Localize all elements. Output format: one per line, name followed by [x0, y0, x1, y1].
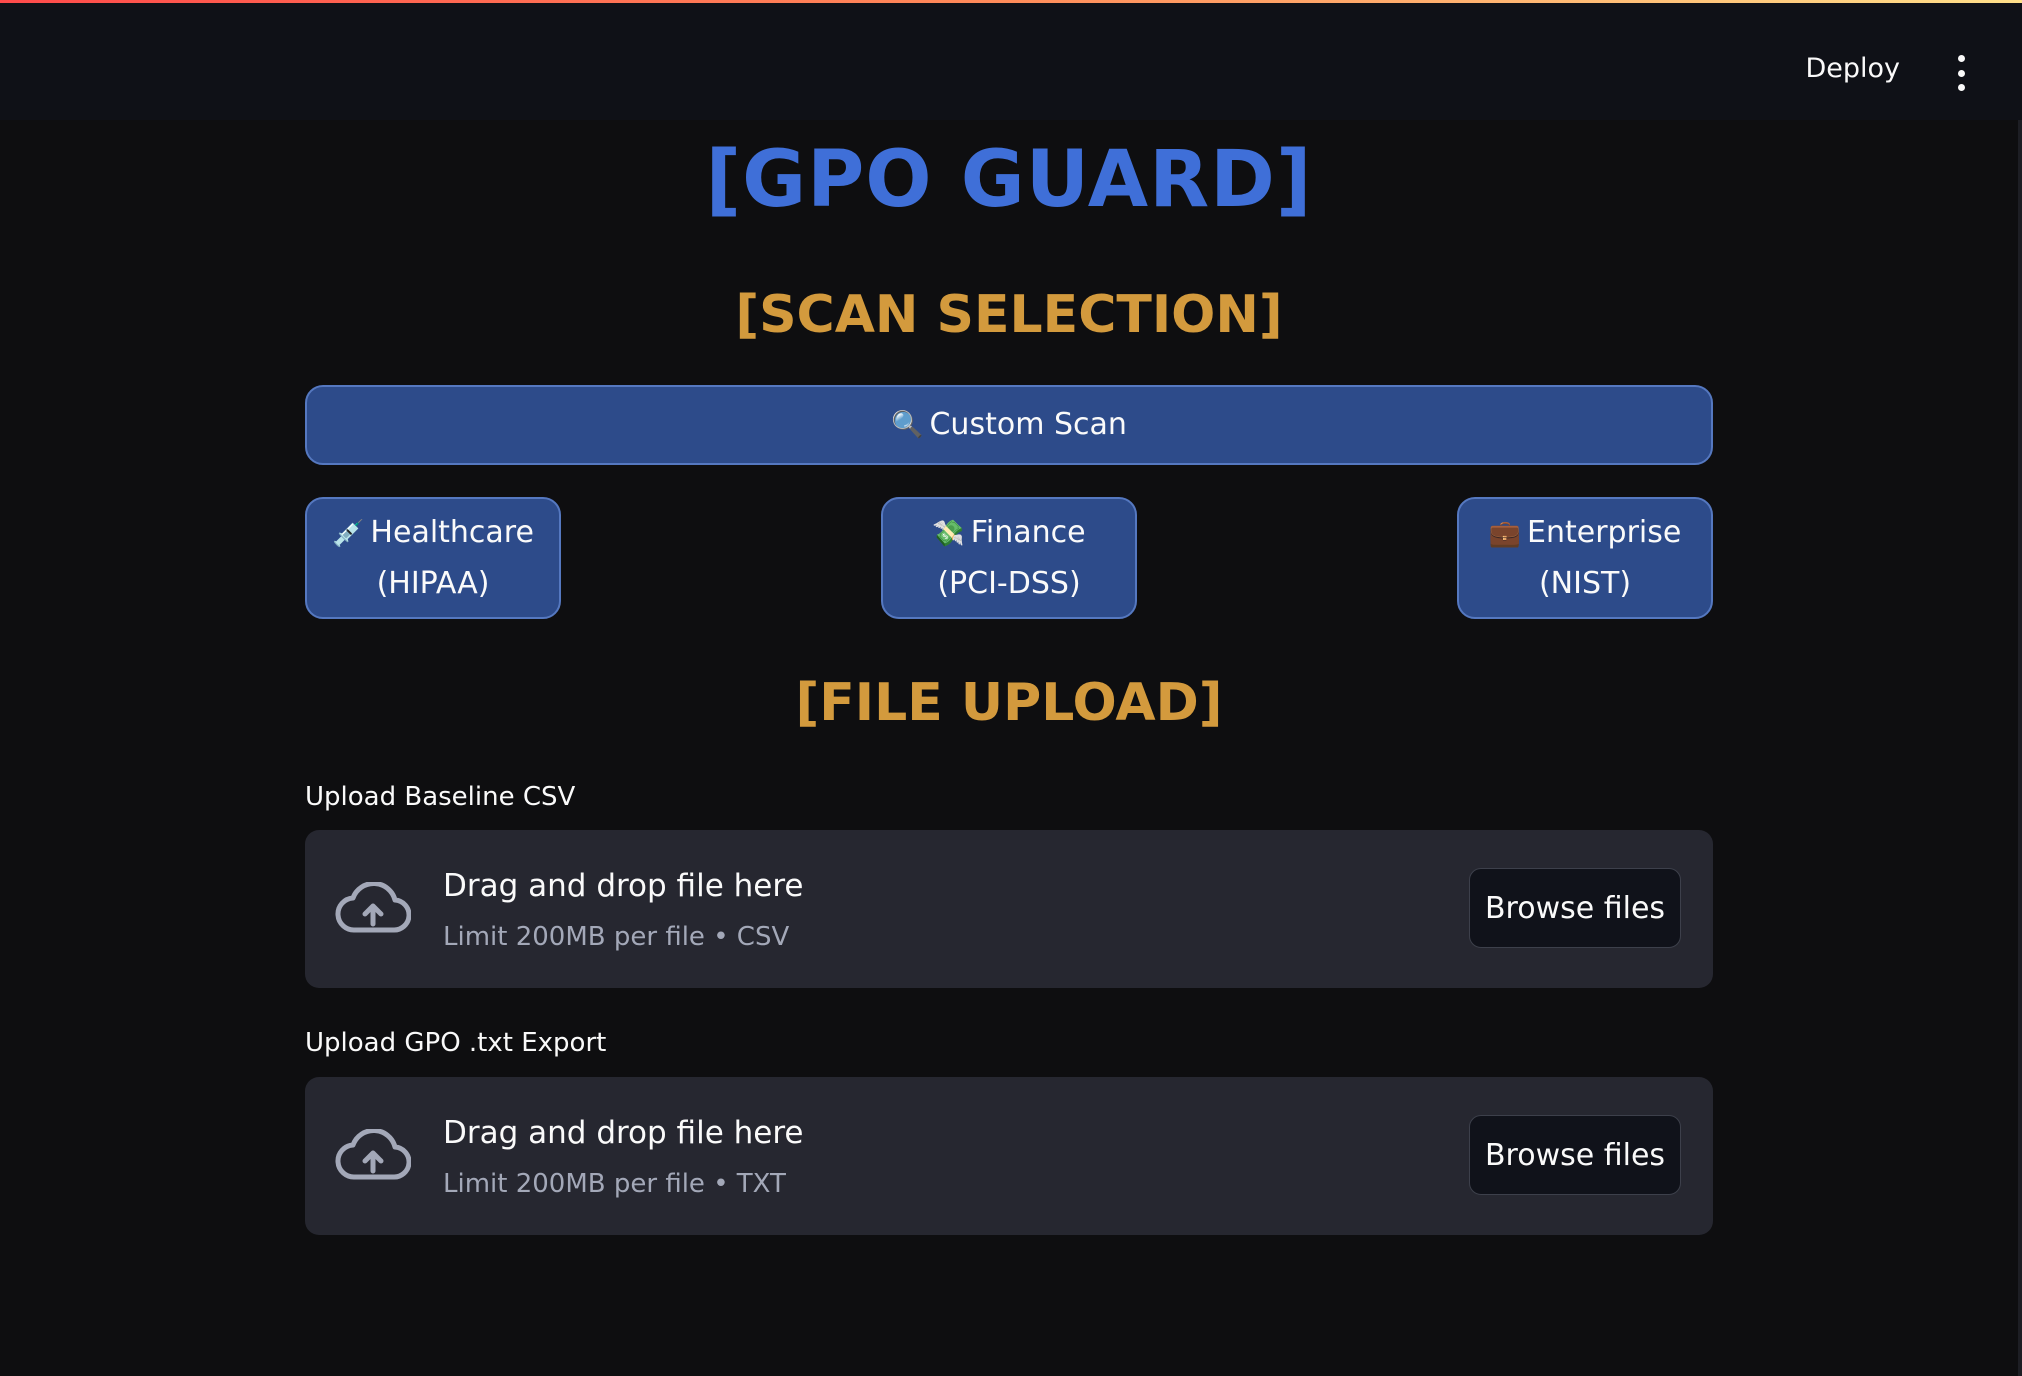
file-upload-heading: [FILE UPLOAD] [795, 673, 1223, 733]
money-wings-icon: 💸 [932, 518, 965, 549]
drop-instruction: Drag and drop file here [443, 868, 804, 904]
enterprise-label: Enterprise [1527, 514, 1682, 550]
hipaa-label: (HIPAA) [376, 565, 490, 601]
app-header: Deploy [0, 3, 2022, 120]
briefcase-icon: 💼 [1488, 518, 1522, 549]
finance-label-line1: 💸 Finance [932, 508, 1085, 559]
baseline-csv-label: Upload Baseline CSV [305, 782, 576, 812]
pci-dss-label: (PCI-DSS) [937, 565, 1081, 601]
finance-label: Finance [970, 514, 1086, 550]
file-limit-text: Limit 200MB per file • CSV [443, 922, 790, 952]
kebab-menu-icon[interactable] [1954, 55, 1968, 91]
cloud-upload-icon [335, 882, 411, 933]
gpo-txt-dropzone[interactable]: Drag and drop file here Limit 200MB per … [305, 1077, 1713, 1235]
cloud-upload-icon [335, 1129, 411, 1180]
enterprise-nist-button[interactable]: 💼 Enterprise (NIST) [1457, 497, 1713, 619]
drop-instruction: Drag and drop file here [443, 1115, 804, 1151]
custom-scan-label: Custom Scan [929, 407, 1127, 442]
healthcare-label-line1: 💉 Healthcare [332, 508, 534, 559]
healthcare-hipaa-button[interactable]: 💉 Healthcare (HIPAA) [305, 497, 561, 619]
enterprise-label-line1: 💼 Enterprise [1489, 508, 1682, 559]
syringe-icon: 💉 [332, 518, 365, 549]
baseline-csv-dropzone[interactable]: Drag and drop file here Limit 200MB per … [305, 830, 1713, 988]
finance-pci-dss-button[interactable]: 💸 Finance (PCI-DSS) [881, 497, 1137, 619]
scan-selection-heading: [SCAN SELECTION] [735, 285, 1283, 345]
healthcare-label: Healthcare [370, 514, 534, 550]
browse-files-button[interactable]: Browse files [1469, 1115, 1681, 1195]
scrollbar-track [2018, 120, 2022, 1376]
deploy-button[interactable]: Deploy [1805, 53, 1900, 84]
page-title: [GPO GUARD] [705, 135, 1313, 225]
custom-scan-button[interactable]: 🔍 Custom Scan [305, 385, 1713, 465]
nist-label: (NIST) [1538, 565, 1632, 601]
magnifier-icon: 🔍 [891, 410, 924, 440]
file-limit-text: Limit 200MB per file • TXT [443, 1169, 786, 1199]
gpo-txt-label: Upload GPO .txt Export [305, 1028, 607, 1058]
browse-files-button[interactable]: Browse files [1469, 868, 1681, 948]
